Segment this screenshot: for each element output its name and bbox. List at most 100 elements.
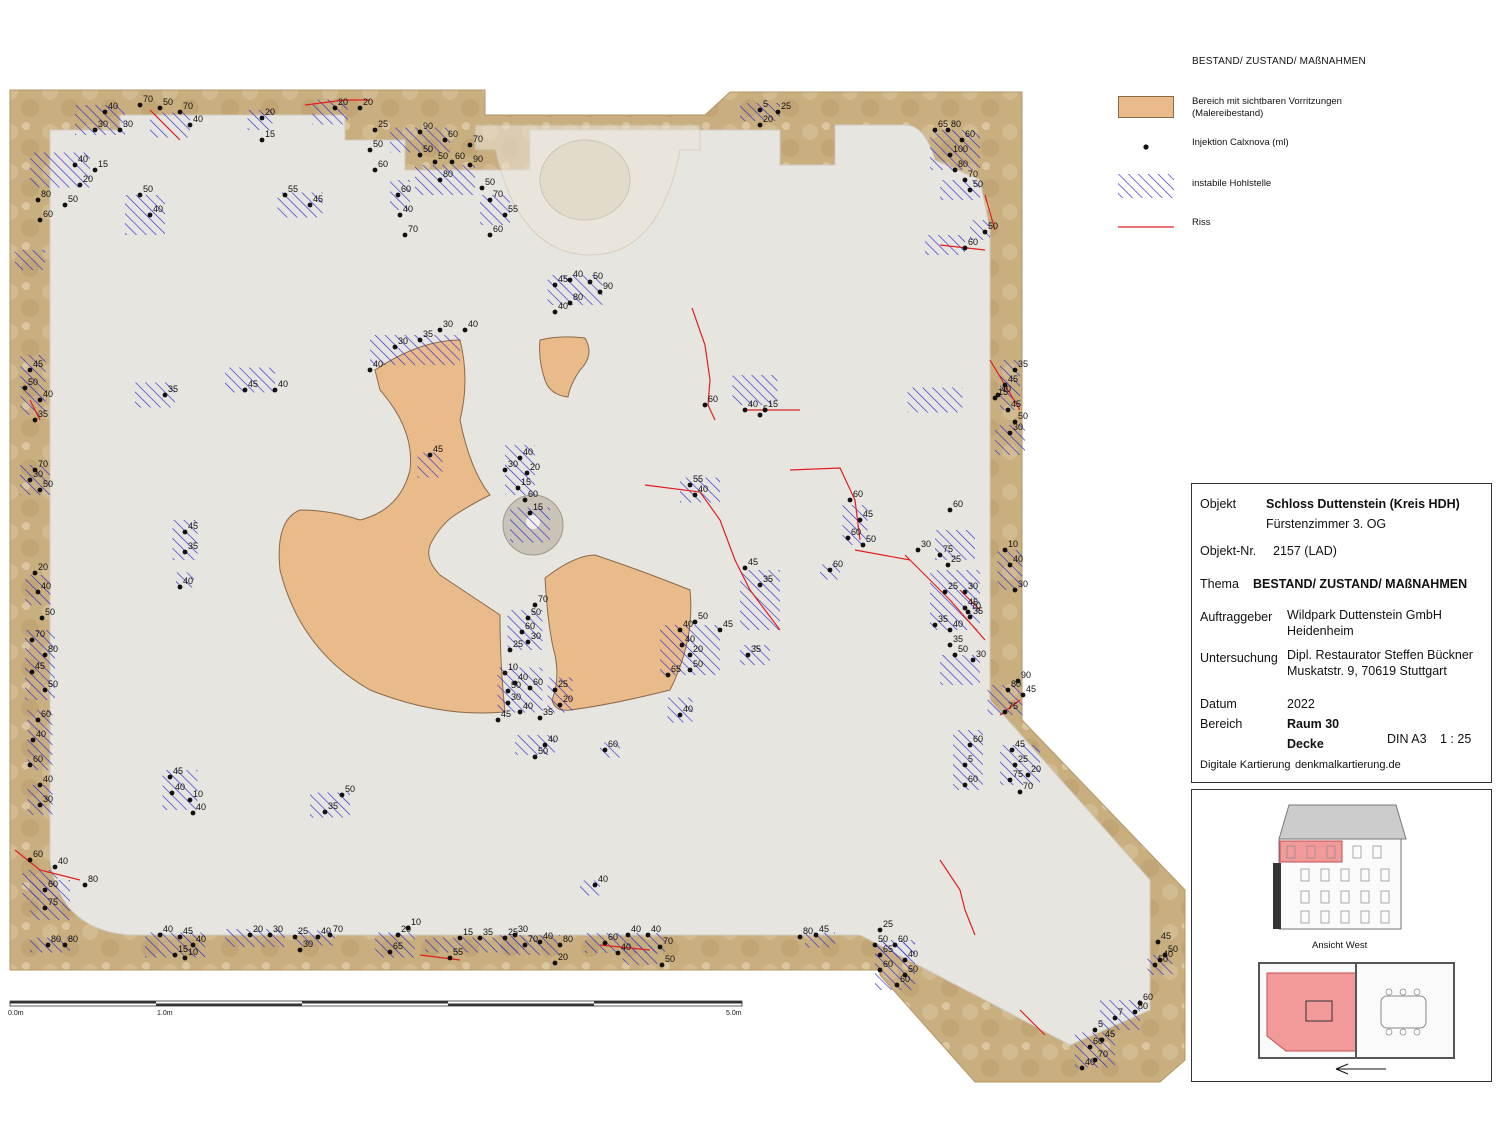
- injektion-label-79: 15: [768, 399, 778, 409]
- injektion-label-69: 40: [523, 447, 533, 457]
- injektion-label-70: 20: [530, 462, 540, 472]
- injektion-label-116: 40: [36, 729, 46, 739]
- injektion-label-223: 60: [1093, 1036, 1103, 1046]
- injektion-label-74: 70: [38, 459, 48, 469]
- injektion-label-40: 50: [143, 184, 153, 194]
- injektion-label-222: 45: [1105, 1029, 1115, 1039]
- injektion-label-144: 45: [748, 557, 758, 567]
- injektion-label-96: 25: [948, 581, 958, 591]
- injektion-point-8: [259, 137, 265, 143]
- bereich-value-2: Decke: [1287, 737, 1324, 751]
- injektion-label-150: 45: [173, 766, 183, 776]
- injektion-label-30: 100: [953, 144, 968, 154]
- auftraggeber-label: Auftraggeber: [1200, 610, 1273, 624]
- injektion-point-46: [402, 232, 408, 238]
- footer-label: Digitale Kartierung: [1200, 759, 1291, 771]
- injektion-point-232: [947, 642, 953, 648]
- legend-sublabel-vorritzungen: (Malereibestand): [1192, 108, 1264, 119]
- injektion-label-107: 40: [183, 576, 193, 586]
- injektion-point-223: [1087, 1044, 1093, 1050]
- injektion-point-193: [522, 942, 528, 948]
- injektion-label-35: 15: [98, 159, 108, 169]
- injektion-label-190: 35: [483, 927, 493, 937]
- injektion-label-206: 25: [883, 919, 893, 929]
- injektion-point-179: [190, 942, 196, 948]
- injektion-point-162: [1007, 777, 1013, 783]
- injektion-label-182: 25: [298, 926, 308, 936]
- injektion-label-84: 35: [1018, 359, 1028, 369]
- injektion-label-67: 45: [433, 444, 443, 454]
- injektion-point-6: [117, 127, 123, 133]
- injektion-point-165: [1020, 692, 1026, 698]
- datum-value: 2022: [1287, 697, 1315, 711]
- injektion-point-178: [182, 955, 188, 961]
- injektion-label-165: 45: [1026, 684, 1036, 694]
- injektion-point-14: [417, 129, 423, 135]
- injektion-label-83: 30: [1013, 422, 1023, 432]
- untersuchung-label: Untersuchung: [1200, 651, 1278, 665]
- injektion-label-77: 60: [708, 394, 718, 404]
- bereich-label: Bereich: [1200, 717, 1243, 731]
- injektion-point-141: [687, 667, 693, 673]
- injektion-point-111: [29, 637, 35, 643]
- injektion-label-73: 15: [533, 502, 543, 512]
- injektion-label-26: 20: [763, 114, 773, 124]
- injektion-point-209: [877, 952, 883, 958]
- injektion-point-208: [872, 942, 878, 948]
- injektion-point-174: [62, 942, 68, 948]
- injektion-label-8: 15: [265, 129, 275, 139]
- injektion-label-17: 70: [473, 134, 483, 144]
- injektion-point-57: [417, 337, 423, 343]
- injektion-point-71: [515, 485, 521, 491]
- injektion-point-18: [432, 159, 438, 165]
- injektion-point-34: [72, 162, 78, 168]
- injektion-point-194: [537, 939, 543, 945]
- untersuchung-value-2: Muskatstr. 9, 70619 Stuttgart: [1287, 664, 1447, 678]
- injektion-label-56: 40: [468, 319, 478, 329]
- injektion-point-43: [307, 202, 313, 208]
- injektion-label-23: 70: [493, 189, 503, 199]
- injektion-label-19: 60: [455, 151, 465, 161]
- injektion-label-53: 80: [573, 292, 583, 302]
- injektion-label-141: 50: [693, 659, 703, 669]
- injektion-label-131: 45: [501, 709, 511, 719]
- injektion-label-185: 70: [333, 924, 343, 934]
- injektion-point-202: [615, 950, 621, 956]
- injektion-point-88: [845, 535, 851, 541]
- injektion-label-210: 40: [908, 949, 918, 959]
- title-block: Objekt Schloss Duttenstein (Kreis HDH) F…: [1191, 483, 1492, 783]
- injektion-label-4: 40: [193, 114, 203, 124]
- injektion-label-9: 20: [338, 97, 348, 107]
- objekt-label: Objekt: [1200, 497, 1237, 511]
- injektion-point-25: [775, 109, 781, 115]
- injektion-point-115: [35, 717, 41, 723]
- injektion-point-97: [962, 589, 968, 595]
- injektion-label-3: 70: [183, 101, 193, 111]
- injektion-point-23: [487, 197, 493, 203]
- injektion-label-81: 45: [1011, 399, 1021, 409]
- injektion-point-136: [692, 619, 698, 625]
- injektion-label-72: 60: [528, 489, 538, 499]
- injektion-point-152: [187, 797, 193, 803]
- injektion-point-13: [372, 167, 378, 173]
- injektion-point-121: [525, 615, 531, 621]
- thema-value: BESTAND/ ZUSTAND/ MAßNAHMEN: [1253, 577, 1468, 591]
- injektion-label-194: 40: [543, 931, 553, 941]
- injektion-point-30: [947, 152, 953, 158]
- injektion-point-89: [860, 542, 866, 548]
- injektion-label-110: 50: [45, 607, 55, 617]
- injektion-point-144: [742, 565, 748, 571]
- injektion-label-39: 80: [41, 189, 51, 199]
- injektion-point-200: [645, 932, 651, 938]
- hohlstelle-13: [370, 335, 460, 365]
- injektion-label-94: 75: [943, 544, 953, 554]
- injektion-point-112: [42, 652, 48, 658]
- injektion-point-17: [467, 142, 473, 148]
- injektion-point-180: [247, 932, 253, 938]
- injektion-label-108: 20: [38, 562, 48, 572]
- scale-label-1: 1.0m: [157, 1010, 173, 1017]
- injektion-point-20: [437, 177, 443, 183]
- injektion-label-47: 55: [508, 204, 518, 214]
- legend-item-vorritzungen: Bereich mit sichtbaren Vorritzungen (Mal…: [1118, 96, 1448, 126]
- injektion-label-216: 50: [1168, 944, 1178, 954]
